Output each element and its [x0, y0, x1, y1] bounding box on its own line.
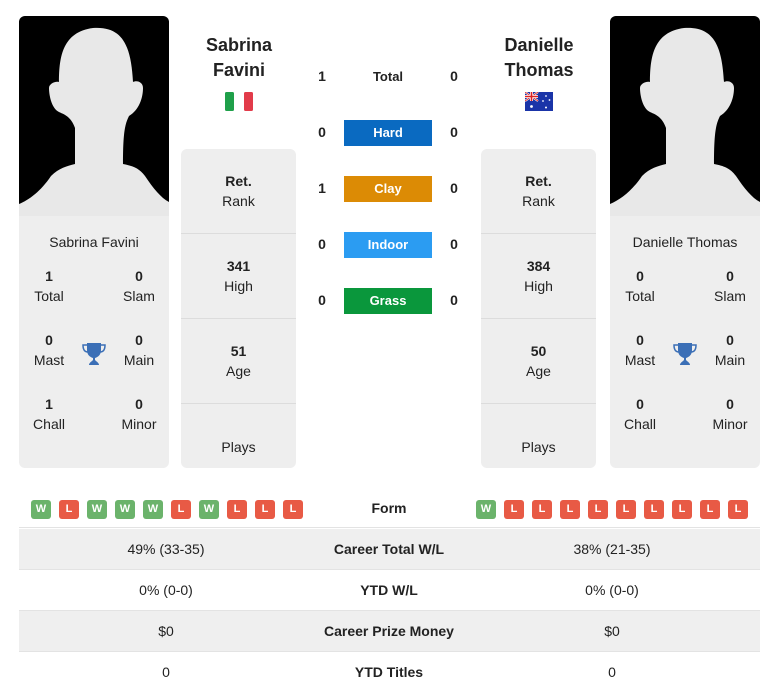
player1-value: 0 — [162, 664, 170, 680]
left-value: 0 — [318, 236, 326, 252]
age-cell: 50 Age — [481, 319, 596, 404]
player1-titles: 1 Total 0 Slam 0 Mast 0 Main 1 Chall 0 Minor — [19, 266, 169, 458]
form-win-badge[interactable]: W — [143, 500, 163, 519]
h2h-grass-row: 0 Grass 0 — [310, 288, 470, 314]
surface-hard-badge: Hard — [344, 120, 432, 146]
left-value: 1 — [318, 68, 326, 84]
form-loss-badge[interactable]: L — [255, 500, 275, 519]
form-loss-badge[interactable]: L — [672, 500, 692, 519]
right-value: 0 — [450, 180, 458, 196]
form-loss-badge[interactable]: L — [588, 500, 608, 519]
stat-label: Career Total W/L — [333, 541, 445, 557]
trophy-icon — [673, 343, 697, 365]
age-cell: 51 Age — [181, 319, 296, 404]
australia-flag-icon — [525, 92, 553, 111]
player2-value: 38% (21-35) — [573, 541, 651, 557]
h2h-total-row: 1 Total 0 — [310, 64, 470, 90]
plays-cell: Plays — [221, 438, 256, 455]
player1-name-link[interactable]: Sabrina Favini — [179, 33, 299, 83]
high-cell: 341 High — [181, 234, 296, 319]
form-loss-badge[interactable]: L — [171, 500, 191, 519]
player1-info: Ret. Rank 341 High 51 Age Plays — [181, 149, 296, 468]
h2h-hard-row: 0 Hard 0 — [310, 120, 470, 146]
rank-cell: Ret. Rank — [181, 149, 296, 234]
form-loss-badge[interactable]: L — [59, 500, 79, 519]
player2-name-link[interactable]: Danielle Thomas — [479, 33, 599, 83]
silhouette-icon — [610, 27, 760, 216]
form-win-badge[interactable]: W — [476, 500, 496, 519]
form-loss-badge[interactable]: L — [560, 500, 580, 519]
titles-mast: 0 Mast — [33, 332, 65, 368]
left-value: 0 — [318, 292, 326, 308]
trophy-icon — [82, 343, 106, 365]
titles-slam: 0 Slam — [714, 268, 746, 304]
player2-form: WLLLLLLLLL — [476, 500, 748, 519]
form-loss-badge[interactable]: L — [504, 500, 524, 519]
titles-chall: 1 Chall — [33, 396, 65, 432]
player2-value: 0% (0-0) — [585, 582, 639, 598]
stat-label: Career Prize Money — [324, 623, 454, 639]
form-loss-badge[interactable]: L — [532, 500, 552, 519]
right-value: 0 — [450, 236, 458, 252]
surface-grass-badge: Grass — [344, 288, 432, 314]
form-loss-badge[interactable]: L — [227, 500, 247, 519]
player1-form: WLWWWLWLLL — [31, 500, 303, 519]
player1-photo — [19, 16, 169, 216]
h2h-clay-row: 1 Clay 0 — [310, 176, 470, 202]
player1-card: Sabrina Favini 1 Total 0 Slam 0 Mast 0 Main … — [19, 16, 169, 468]
surface-total-label: Total — [372, 69, 404, 84]
player2-value: 0 — [608, 664, 616, 680]
form-row: WLWWWLWLLL Form WLLLLLLLLL — [19, 490, 760, 528]
italy-flag-icon — [225, 92, 253, 111]
stat-label: YTD Titles — [354, 664, 424, 680]
form-win-badge[interactable]: W — [87, 500, 107, 519]
form-loss-badge[interactable]: L — [283, 500, 303, 519]
form-loss-badge[interactable]: L — [700, 500, 720, 519]
player2-card: Danielle Thomas 0 Total 0 Slam 0 Mast 0 Main… — [610, 16, 760, 468]
player2-photo — [610, 16, 760, 216]
left-value: 1 — [318, 180, 326, 196]
stat-row-ytd-wl: 0% (0-0) YTD W/L 0% (0-0) — [19, 570, 760, 611]
titles-chall: 0 Chall — [624, 396, 656, 432]
titles-total: 0 Total — [625, 268, 655, 304]
rank-cell: Ret. Rank — [481, 149, 596, 234]
player2-value: $0 — [604, 623, 620, 639]
form-win-badge[interactable]: W — [199, 500, 219, 519]
form-win-badge[interactable]: W — [115, 500, 135, 519]
form-win-badge[interactable]: W — [31, 500, 51, 519]
titles-main: 0 Main — [714, 332, 746, 368]
titles-mast: 0 Mast — [624, 332, 656, 368]
high-cell: 384 High — [481, 234, 596, 319]
h2h-indoor-row: 0 Indoor 0 — [310, 232, 470, 258]
stat-row-career-wl: 49% (33-35) Career Total W/L 38% (21-35) — [19, 529, 760, 570]
form-loss-badge[interactable]: L — [728, 500, 748, 519]
form-label: Form — [371, 500, 407, 516]
player1-value: $0 — [158, 623, 174, 639]
titles-main: 0 Main — [123, 332, 155, 368]
right-value: 0 — [450, 124, 458, 140]
surface-indoor-badge: Indoor — [344, 232, 432, 258]
player2-info: Ret. Rank 384 High 50 Age Plays — [481, 149, 596, 468]
titles-total: 1 Total — [34, 268, 64, 304]
stat-label: YTD W/L — [360, 582, 418, 598]
player2-card-name: Danielle Thomas — [632, 234, 738, 250]
form-loss-badge[interactable]: L — [644, 500, 664, 519]
silhouette-icon — [19, 27, 169, 216]
player2-titles: 0 Total 0 Slam 0 Mast 0 Main 0 Chall 0 Minor — [610, 266, 760, 458]
stat-row-ytd-titles: 0 YTD Titles 0 — [19, 652, 760, 693]
left-value: 0 — [318, 124, 326, 140]
player1-value: 49% (33-35) — [127, 541, 205, 557]
titles-minor: 0 Minor — [121, 396, 157, 432]
player1-card-name: Sabrina Favini — [49, 234, 139, 250]
titles-minor: 0 Minor — [712, 396, 748, 432]
form-loss-badge[interactable]: L — [616, 500, 636, 519]
plays-cell: Plays — [521, 438, 556, 455]
titles-slam: 0 Slam — [123, 268, 155, 304]
player1-value: 0% (0-0) — [139, 582, 193, 598]
stat-row-prize-money: $0 Career Prize Money $0 — [19, 611, 760, 652]
surface-clay-badge: Clay — [344, 176, 432, 202]
right-value: 0 — [450, 68, 458, 84]
right-value: 0 — [450, 292, 458, 308]
